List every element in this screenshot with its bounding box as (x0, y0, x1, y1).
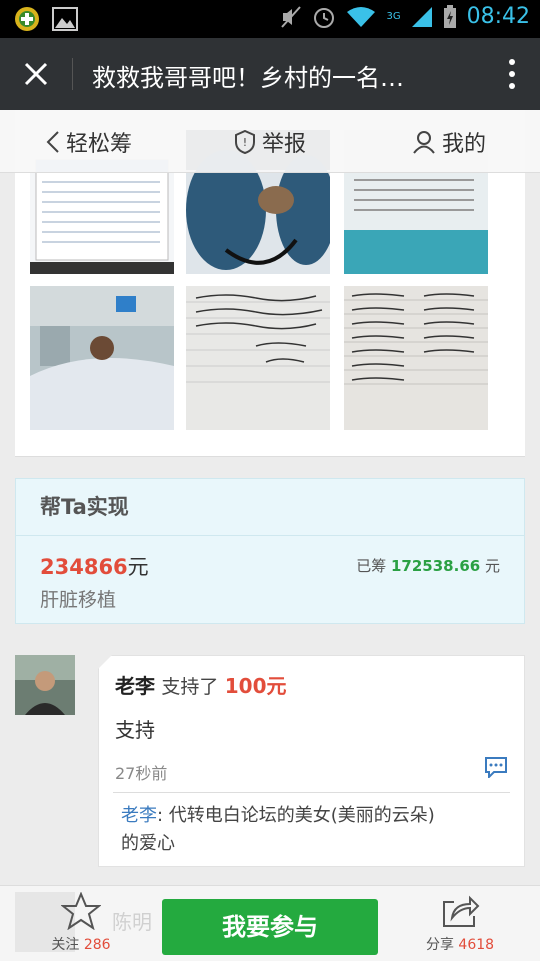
comment-time: 27秒前 (115, 764, 168, 783)
comment-header: 老李 支持了 100元 (115, 670, 286, 699)
fundraising-goal-card: 帮Ta实现 234866元 已筹 172538.66 元 肝脏移植 (15, 478, 525, 624)
title-separator (72, 58, 73, 90)
user-icon (413, 131, 435, 154)
raised-prefix: 已筹 (356, 557, 387, 575)
status-bar: 3G 08:42 (0, 0, 540, 38)
target-amount-unit: 元 (127, 555, 149, 579)
star-icon (60, 891, 102, 931)
comment-reply: 老李: 代转电白论坛的美女(美丽的云朵)的爱心 (121, 802, 441, 858)
network-type: 3G (386, 11, 401, 22)
comment-message: 支持 (115, 718, 155, 742)
alarm-icon (314, 7, 335, 28)
reply-author[interactable]: 老李 (121, 805, 157, 826)
target-amount-value: 234866 (40, 555, 128, 579)
target-amount: 234866元 (40, 551, 149, 581)
donation-amount: 100元 (224, 674, 287, 698)
shield-icon: ! (235, 130, 255, 154)
share-button[interactable]: 分享 4618 (420, 892, 500, 954)
report-link[interactable]: ! 举报 (234, 126, 306, 158)
ghost-name: 陈明 (112, 910, 152, 934)
raised-value: 172538.66 (391, 557, 481, 575)
page-title: 救救我哥哥吧！乡村的一名… (92, 64, 404, 92)
follow-label: 关注 (51, 937, 80, 953)
goal-header: 帮Ta实现 (16, 479, 524, 536)
reply-text: : 代转电白论坛的美女(美丽的云朵)的爱心 (121, 805, 435, 854)
goal-purpose: 肝脏移植 (40, 589, 117, 611)
share-label: 分享 (425, 937, 454, 953)
raised-unit: 元 (484, 557, 500, 575)
donor-name[interactable]: 老李 (115, 674, 155, 698)
join-button[interactable]: 我要参与 (162, 899, 378, 955)
report-label: 举报 (262, 132, 307, 157)
share-count: 4618 (458, 937, 495, 953)
donation-verb: 支持了 (161, 676, 219, 698)
svg-text:!: ! (243, 136, 247, 149)
more-options-icon[interactable] (508, 58, 516, 90)
photo-handwritten-letter[interactable] (186, 286, 330, 430)
raised-amount: 已筹 172538.66 元 (356, 555, 500, 576)
image-notification-icon (52, 7, 78, 31)
clock: 08:42 (466, 4, 530, 29)
back-to-home-link[interactable]: 轻松筹 (46, 126, 132, 158)
comment-pointer (98, 655, 112, 669)
bottom-action-bar: 陈明 关注 286 我要参与 分享 4618 (0, 885, 540, 961)
close-icon[interactable] (18, 56, 54, 92)
divider (113, 792, 510, 793)
signal-icon (411, 6, 432, 27)
donation-comment: 老李 支持了 100元 支持 27秒前 老李: 代转电白论坛的美女(美丽的云朵)… (98, 655, 525, 867)
battery-icon (443, 4, 456, 28)
avatar[interactable] (15, 655, 75, 715)
mine-label: 我的 (442, 132, 487, 157)
mine-link[interactable]: 我的 (412, 126, 486, 158)
photo-patient-bed[interactable] (30, 286, 174, 430)
app-notification-icon (15, 7, 39, 31)
back-label: 轻松筹 (66, 132, 133, 157)
photo-donor-list[interactable] (344, 286, 488, 430)
wifi-icon (347, 6, 376, 27)
follow-label-wrap: 关注 286 (46, 934, 116, 954)
reply-icon[interactable] (484, 756, 508, 778)
title-bar: 救救我哥哥吧！乡村的一名… (0, 38, 540, 110)
follow-count: 286 (83, 937, 111, 953)
follow-button[interactable]: 关注 286 (46, 891, 116, 954)
top-nav: 轻松筹 ! 举报 我的 (0, 110, 540, 173)
share-label-wrap: 分享 4618 (420, 934, 500, 954)
chevron-left-icon (46, 131, 59, 153)
share-icon (443, 895, 480, 927)
mute-icon (281, 5, 302, 28)
